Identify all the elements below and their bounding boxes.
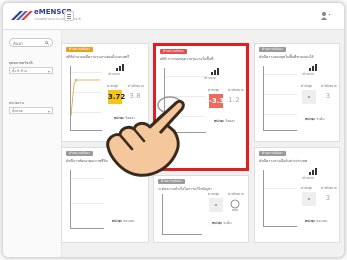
- card-unit: หน่วย: ระดับ: [212, 221, 232, 225]
- user-menu-icon[interactable]: [321, 11, 331, 20]
- card-unit: หน่วย: คะแนน: [305, 219, 328, 223]
- card-tag: ด้านความมั่นคง: [66, 47, 93, 52]
- current-value-label: ค่าล่าสุด: [301, 186, 312, 190]
- goal-label: เป้าหมาย: [302, 176, 315, 180]
- search-placeholder: ค้นหา: [13, 41, 24, 46]
- filter-value-strategy: ทั้ง 6 ด้าน: [12, 69, 28, 73]
- bar-growth-icon: [309, 64, 317, 71]
- status-symbol-icon: [230, 199, 240, 211]
- filter-value-agency: ทั้งหมด: [12, 109, 23, 113]
- card-title: ดัชนีความสงบสุขในพื้นที่ชายแดนใต้: [259, 55, 314, 59]
- card-unit: หน่วย: คะแนน: [112, 219, 135, 223]
- app-window: eMENSCR ระบบติดตามและประเมินผลแห่งชาติ ค…: [2, 2, 345, 258]
- current-value-box: -: [209, 198, 223, 212]
- top-bar: eMENSCR ระบบติดตามและประเมินผลแห่งชาติ: [3, 3, 344, 30]
- pointing-hand-icon: [106, 96, 185, 177]
- card-tag: ด้านความมั่นคง: [160, 49, 187, 54]
- target-value-label: ค่าเป้าหมาย: [228, 192, 244, 196]
- goal-label: เป้าหมาย: [302, 72, 315, 76]
- search-input[interactable]: ค้นหา: [9, 38, 53, 47]
- filter-select-strategy[interactable]: ทั้ง 6 ด้าน ▾: [9, 67, 53, 74]
- hamburger-menu-button[interactable]: [64, 11, 74, 21]
- indicator-card-6[interactable]: ด้านความมั่นคง ดัชนีความร่วมมือกับต่างปร…: [254, 147, 340, 243]
- target-value-label: ค่าเป้าหมาย: [321, 186, 337, 190]
- indicator-card-5[interactable]: ด้านความมั่นคง ระดับความสำเร็จในการแก้ไข…: [153, 175, 249, 243]
- filter-label-agency: หน่วยงาน: [9, 101, 24, 105]
- card-tag: ด้านความมั่นคง: [259, 47, 286, 52]
- target-value: 1.2: [228, 96, 240, 104]
- sidebar: ค้นหา ยุทธศาสตร์ชาติ ทั้ง 6 ด้าน ▾ หน่วย…: [3, 30, 62, 257]
- bar-growth-icon: [211, 68, 219, 75]
- goal-label: เป้าหมาย: [204, 76, 217, 80]
- current-value-box: -: [302, 192, 316, 206]
- bar-growth-icon: [309, 168, 317, 175]
- chevron-down-icon: ▾: [47, 109, 50, 114]
- current-value-box: -3.3: [209, 94, 224, 108]
- current-value-label: ค่าล่าสุด: [208, 88, 219, 92]
- card-title: สถิติจำนวนคดีความรุนแรงต่อเด็กและสตรี: [66, 55, 130, 59]
- card-tag: ด้านความมั่นคง: [259, 151, 286, 156]
- card-unit: หน่วย: ร้อยละ: [214, 119, 236, 123]
- search-icon[interactable]: [45, 41, 49, 45]
- target-value: 3: [325, 194, 331, 202]
- target-value: 3: [325, 92, 331, 100]
- indicator-card-3[interactable]: ด้านความมั่นคง ดัชนีความสงบสุขในพื้นที่ช…: [254, 43, 340, 142]
- current-value-label: ค่าล่าสุด: [301, 84, 312, 88]
- filter-select-agency[interactable]: ทั้งหมด ▾: [9, 107, 53, 114]
- card-title: ดัชนีความร่วมมือกับต่างประเทศ: [259, 159, 308, 163]
- target-value-label: ค่าเป้าหมาย: [321, 84, 337, 88]
- card-title: ระดับความสำเร็จในการแก้ไขปัญหา: [158, 187, 213, 191]
- emenscr-logo: [11, 11, 33, 20]
- card-unit: หน่วย: ระดับ: [305, 117, 325, 121]
- filter-label-strategy: ยุทธศาสตร์ชาติ: [9, 61, 33, 65]
- chevron-down-icon: ▾: [47, 69, 50, 74]
- current-value-label: ค่าล่าสุด: [208, 192, 219, 196]
- card-title: สถิติ การก่อเหตุความรุนแรงในพื้นที่: [160, 57, 214, 61]
- target-value-label: ค่าเป้าหมาย: [228, 88, 244, 92]
- current-value-box: -: [302, 90, 316, 104]
